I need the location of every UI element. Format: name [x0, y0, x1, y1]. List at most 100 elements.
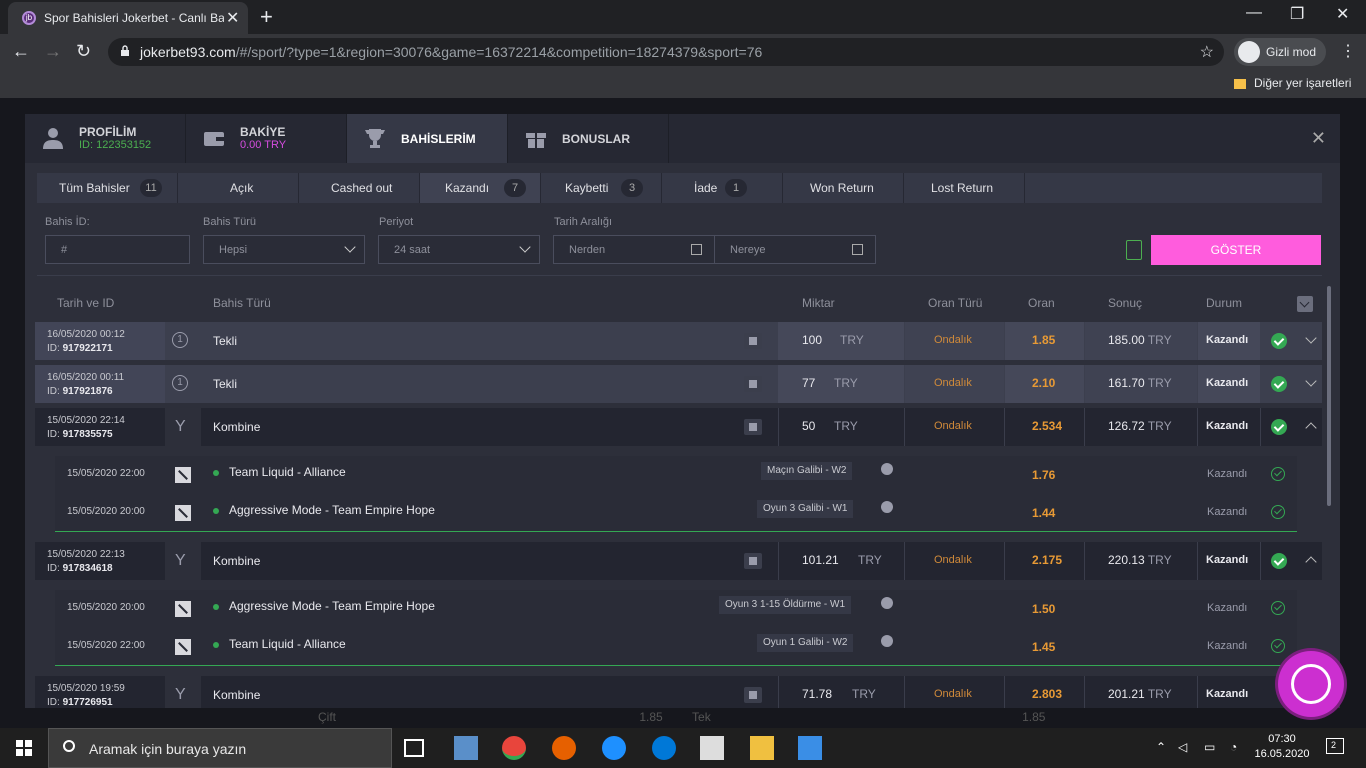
reload-icon[interactable]: ↻ [76, 41, 91, 62]
bet-result: 220.13 TRY [1108, 553, 1172, 567]
forward-icon[interactable]: → [44, 41, 62, 62]
other-bookmarks[interactable]: Diğer yer işaretleri [1234, 76, 1351, 90]
filter-tab-won[interactable]: Kazandı 7 [420, 173, 541, 203]
notification-icon[interactable]: 2 [1326, 738, 1344, 754]
tab-profile[interactable]: PROFİLİM ID: 122353152 [25, 114, 186, 163]
bet-id-placeholder: # [61, 244, 68, 256]
bet-date: 16/05/2020 00:11 [47, 372, 125, 383]
app-icon[interactable] [454, 736, 478, 760]
live-stream-icon[interactable] [881, 635, 893, 647]
gift-icon [744, 553, 762, 569]
scrollbar[interactable] [1327, 286, 1331, 506]
selection-status: Kazandı [1207, 602, 1248, 614]
bet-id: 917921876 [62, 386, 113, 397]
filter-count-badge: 1 [725, 179, 747, 197]
live-stream-icon[interactable] [881, 463, 893, 475]
gift-icon [744, 419, 762, 435]
battery-icon[interactable]: ▭ [1204, 740, 1215, 754]
filter-count-badge: 7 [504, 179, 526, 197]
live-stream-icon[interactable] [881, 501, 893, 513]
period-select[interactable]: 24 saat [378, 235, 540, 264]
header-odds: Oran [1028, 296, 1055, 310]
bet-row[interactable]: 15/05/2020 22:14 ID: 917835575 Y Kombine … [35, 408, 1322, 446]
show-button[interactable]: GÖSTER [1151, 235, 1321, 265]
edge-icon[interactable] [652, 736, 676, 760]
selection-event: Team Liquid - Alliance [229, 465, 346, 479]
bet-odds: 2.803 [1032, 687, 1063, 701]
collapse-all-icon[interactable] [1297, 296, 1313, 312]
check-circle-icon [1271, 376, 1287, 392]
tab-my-bets[interactable]: BAHİSLERİM [347, 114, 508, 163]
tray-chevron-icon[interactable]: ⌃ [1156, 740, 1166, 754]
odds-type: Ondalık [934, 377, 972, 389]
filter-tab-cashed-out[interactable]: Cashed out [299, 173, 420, 203]
clipboard-icon[interactable] [1126, 240, 1142, 260]
bet-type-label: Bahis Türü [203, 216, 256, 228]
result-amount: 185.00 [1108, 333, 1145, 347]
bet-odds: 2.534 [1032, 419, 1063, 433]
filter-tab-lost[interactable]: Kaybetti 3 [541, 173, 662, 203]
bet-date-id: 15/05/2020 22:13 ID: 917834618 [47, 548, 125, 576]
bet-date: 15/05/2020 22:13 [47, 549, 125, 560]
chevron-down-icon [519, 241, 531, 253]
bet-type: Kombine [213, 420, 261, 434]
wifi-icon[interactable]: ◔ [1230, 740, 1237, 754]
filter-tab-open[interactable]: Açık [178, 173, 299, 203]
modal-close-icon[interactable]: ✕ [1311, 128, 1326, 149]
incognito-button[interactable]: Gizli mod [1234, 38, 1326, 66]
windows-start-icon[interactable] [16, 740, 32, 756]
browser-menu-icon[interactable]: ⋮ [1340, 41, 1356, 61]
restore-icon[interactable]: ❐ [1290, 4, 1304, 24]
bet-row[interactable]: 16/05/2020 00:11 ID: 917921876 1 Tekli 77… [35, 365, 1322, 403]
bet-amount: 71.78 [802, 687, 833, 701]
chrome-icon[interactable] [502, 736, 526, 760]
system-clock[interactable]: 07:30 16.05.2020 [1252, 732, 1312, 762]
filter-tab-refund[interactable]: İade 1 [662, 173, 783, 203]
bookmark-star-icon[interactable]: ☆ [1200, 42, 1214, 62]
date-to-input[interactable]: Nereye [714, 235, 876, 264]
bet-date: 16/05/2020 00:12 [47, 329, 125, 340]
mail-icon[interactable] [798, 736, 822, 760]
live-stream-icon[interactable] [881, 597, 893, 609]
live-support-button[interactable] [1278, 651, 1344, 717]
calendar-icon [852, 244, 863, 255]
store-icon[interactable] [700, 736, 724, 760]
bet-row[interactable]: 15/05/2020 19:59 ID: 917726951 Y Kombine … [35, 676, 1322, 708]
task-view-icon[interactable] [404, 739, 424, 757]
url-text: jokerbet93.com/#/sport/?type=1&region=30… [140, 44, 762, 60]
filter-tab-all[interactable]: Tüm Bahisler 11 [37, 173, 178, 203]
ie-icon[interactable] [602, 736, 626, 760]
taskbar-search[interactable]: Aramak için buraya yazın [48, 728, 392, 768]
back-icon[interactable]: ← [12, 41, 30, 62]
bet-odds: 2.175 [1032, 553, 1063, 567]
window-close-icon[interactable]: ✕ [1336, 4, 1349, 24]
selection-status: Kazandı [1207, 468, 1248, 480]
bet-id: 917726951 [62, 697, 113, 708]
new-tab-icon[interactable]: + [260, 4, 273, 30]
tab-bonuses[interactable]: BONUSLAR [508, 114, 669, 163]
volume-icon[interactable]: ◁ [1178, 740, 1187, 754]
bet-row[interactable]: 15/05/2020 22:13 ID: 917834618 Y Kombine … [35, 542, 1322, 580]
bet-row[interactable]: 16/05/2020 00:12 ID: 917922171 1 Tekli 10… [35, 322, 1322, 360]
filter-tab-lost-return[interactable]: Lost Return [904, 173, 1025, 203]
bet-amount: 100 [802, 333, 823, 347]
check-circle-icon [1271, 333, 1287, 349]
bet-result: 185.00 TRY [1108, 333, 1172, 347]
tab-balance[interactable]: BAKİYE 0.00 TRY [186, 114, 347, 163]
bet-date-id: 15/05/2020 22:14 ID: 917835575 [47, 414, 125, 442]
wallet-icon [204, 132, 224, 146]
minimize-icon[interactable]: — [1246, 4, 1262, 22]
result-currency: TRY [1147, 687, 1172, 701]
date-from-input[interactable]: Nerden [553, 235, 715, 264]
tab-close-icon[interactable]: ✕ [226, 8, 239, 28]
filter-tab-won-return[interactable]: Won Return [783, 173, 904, 203]
browser-tab[interactable]: jb Spor Bahisleri Jokerbet - Canlı Ba ✕ [8, 2, 248, 34]
bet-id-input[interactable]: # [45, 235, 190, 264]
odds-type: Ondalık [934, 688, 972, 700]
bet-date-id: 16/05/2020 00:11 ID: 917921876 [47, 371, 124, 399]
result-amount: 220.13 [1108, 553, 1145, 567]
explorer-icon[interactable] [750, 736, 774, 760]
bet-type-select[interactable]: Hepsi [203, 235, 365, 264]
firefox-icon[interactable] [552, 736, 576, 760]
address-bar[interactable]: jokerbet93.com/#/sport/?type=1&region=30… [108, 38, 1224, 66]
